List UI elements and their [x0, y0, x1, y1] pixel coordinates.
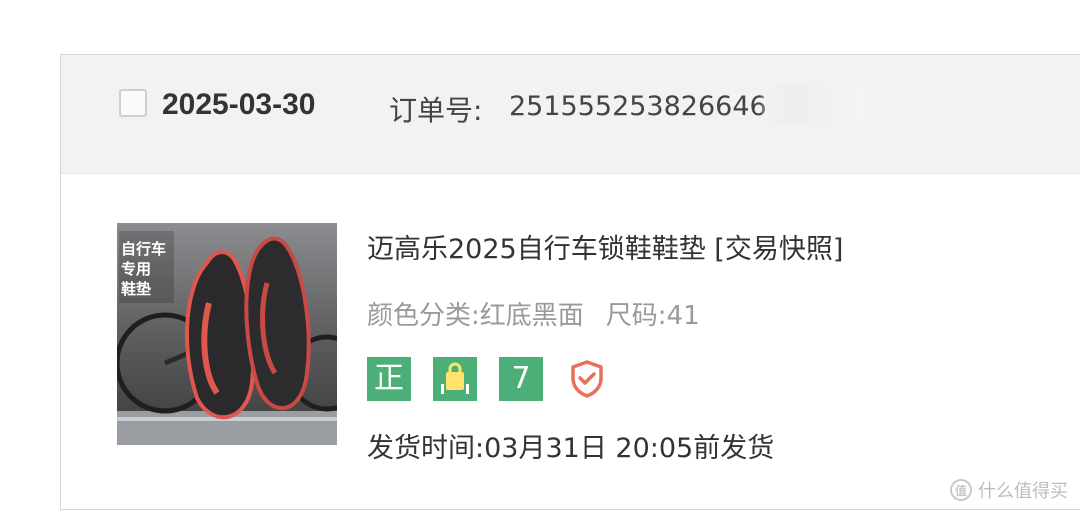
order-date: 2025-03-30: [162, 88, 316, 121]
thumbnail-caption-line: 自行车: [121, 240, 167, 258]
order-number-redaction: [761, 85, 866, 125]
order-card: 2025-03-30 订单号: 251555253826646 自行车 专用 鞋…: [60, 54, 1080, 510]
order-header: 2025-03-30 订单号: 251555253826646: [61, 55, 1080, 174]
ship-label: 发货时间:: [367, 433, 485, 464]
thumbnail-caption: 自行车 专用 鞋垫: [121, 239, 166, 299]
thumbnail-caption-line: 鞋垫: [121, 280, 152, 298]
watermark-text: 什么值得买: [978, 481, 1068, 502]
ship-value: 03月31日 20:05前发货: [484, 433, 775, 464]
seven-day-return-badge-icon[interactable]: 7: [499, 357, 543, 401]
product-thumbnail[interactable]: 自行车 专用 鞋垫: [117, 223, 337, 445]
shield-check-icon[interactable]: [565, 357, 609, 401]
order-select-checkbox[interactable]: [119, 89, 147, 117]
watermark-logo-icon: 值: [950, 479, 972, 501]
order-number-value: 251555253826646: [509, 91, 767, 122]
size-value: 41: [666, 301, 700, 331]
color-label: 颜色分类:: [367, 301, 480, 331]
product-attributes: 颜色分类:红底黑面 尺码:41: [367, 295, 700, 332]
product-title-link[interactable]: 迈高乐2025自行车锁鞋鞋垫 [交易快照]: [367, 227, 843, 266]
zheng-badge-icon[interactable]: 正: [367, 357, 411, 401]
shopping-bag-badge-icon[interactable]: [433, 357, 477, 401]
thumbnail-caption-line: 专用: [121, 260, 152, 278]
color-value: 红底黑面: [479, 301, 584, 331]
shipping-time: 发货时间:03月31日 20:05前发货: [367, 426, 774, 465]
size-label: 尺码:: [605, 301, 667, 331]
order-number-label: 订单号:: [389, 94, 483, 127]
site-watermark: 值 什么值得买: [950, 477, 1068, 503]
